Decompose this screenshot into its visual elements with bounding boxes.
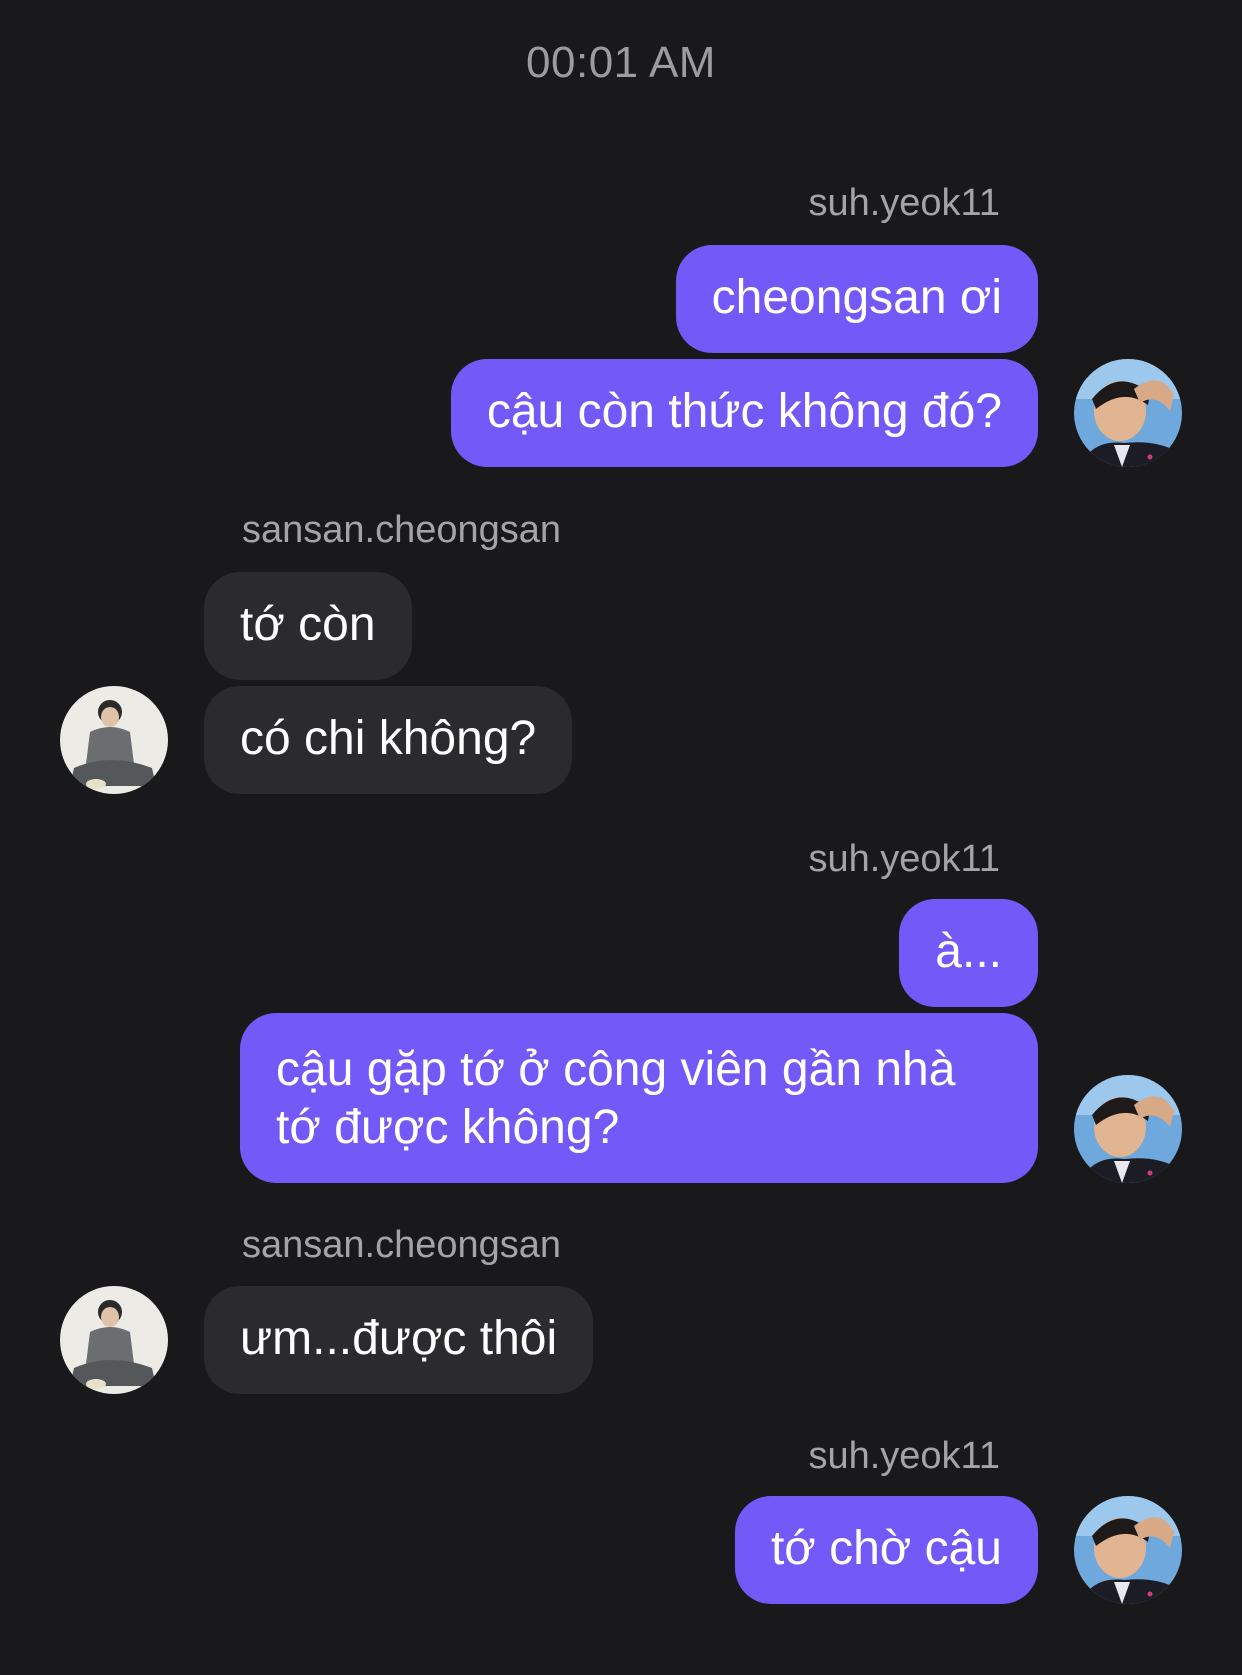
avatar-other[interactable]	[60, 1286, 168, 1394]
chat-timestamp: 00:01 AM	[526, 38, 716, 87]
avatar-me-photo	[1074, 1075, 1182, 1183]
avatar-me-photo	[1074, 359, 1182, 467]
outgoing-message-bubble[interactable]: à...	[899, 899, 1038, 1007]
sender-name-me: suh.yeok11	[808, 182, 1000, 224]
avatar-other[interactable]	[60, 686, 168, 794]
avatar-me[interactable]	[1074, 1496, 1182, 1604]
incoming-message-bubble[interactable]: có chi không?	[204, 686, 573, 794]
outgoing-message-bubble[interactable]: cậu gặp tớ ở công viên gần nhà tớ được k…	[240, 1013, 1038, 1183]
incoming-message-bubble[interactable]: tớ còn	[204, 572, 412, 680]
sender-name-other: sansan.cheongsan	[242, 1224, 562, 1266]
sender-name-other: sansan.cheongsan	[242, 509, 562, 551]
sender-name-me: suh.yeok11	[808, 838, 1000, 880]
avatar-me[interactable]	[1074, 359, 1182, 467]
incoming-message-bubble[interactable]: ưm...được thôi	[204, 1286, 594, 1394]
outgoing-message-bubble[interactable]: cậu còn thức không đó?	[450, 359, 1038, 467]
sender-name-me: suh.yeok11	[808, 1435, 1000, 1477]
outgoing-message-bubble[interactable]: cheongsan ơi	[675, 245, 1038, 353]
avatar-me[interactable]	[1074, 1075, 1182, 1183]
avatar-me-photo	[1074, 1496, 1182, 1604]
outgoing-message-bubble[interactable]: tớ chờ cậu	[734, 1496, 1038, 1604]
avatar-other-photo	[60, 1286, 168, 1394]
avatar-other-photo	[60, 686, 168, 794]
